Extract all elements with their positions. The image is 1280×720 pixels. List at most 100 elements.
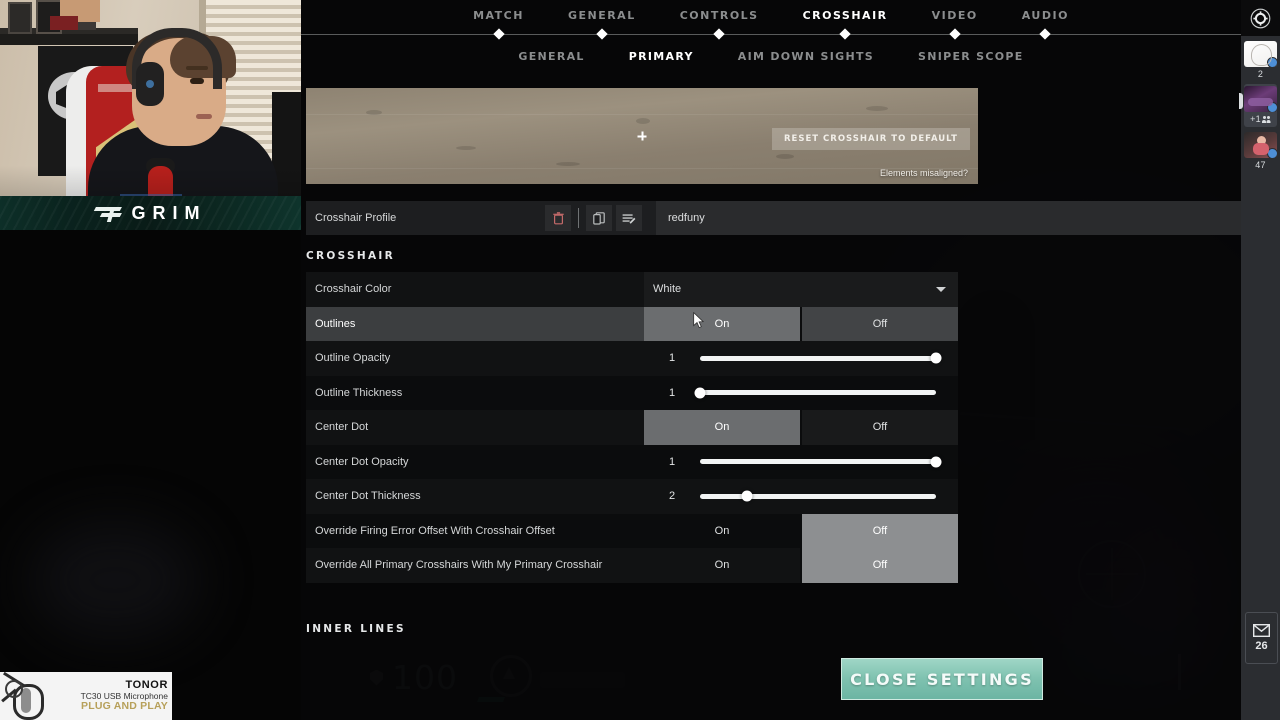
setting-dropdown[interactable]: White [644,272,958,307]
setting-row: Crosshair Color White [306,272,958,307]
ad-tagline: PLUG AND PLAY [81,699,168,712]
toggle-on-option[interactable]: On [644,514,800,549]
streamer-name: GRIM [131,202,207,223]
rail-item[interactable]: +1 [1239,84,1277,127]
setting-row: Center Dot Opacity 1 [306,444,958,480]
toggle-on-option[interactable]: On [644,306,800,341]
rail-caption: 2 [1258,69,1263,79]
reset-crosshair-button[interactable]: RESET CROSSHAIR TO DEFAULT [772,128,970,150]
toggle-off-option[interactable]: Off [802,410,958,445]
rail-selected-indicator [1239,93,1243,109]
settings-overlay: MATCH GENERAL CONTROLS CROSSHAIR VIDEO AUDIO … [301,0,1273,720]
slider-value: 1 [668,386,676,399]
setting-label: Center Dot [315,421,369,434]
setting-control: 1 [644,376,958,411]
rail-avatar[interactable] [1244,41,1277,67]
setting-control: 2 [644,479,958,514]
setting-row: Outline Thickness 1 [306,375,958,411]
edit-icon [622,213,636,224]
slider-track-area[interactable] [700,479,958,514]
toggle-off-option[interactable]: Off [802,513,958,548]
tab-controls[interactable]: CONTROLS [680,9,759,22]
toggle-off-option[interactable]: Off [802,307,958,342]
tab-general[interactable]: GENERAL [568,9,636,22]
tab-crosshair[interactable]: CROSSHAIR [803,9,888,22]
settings-gear-button[interactable] [1241,0,1280,36]
rail-avatar[interactable] [1244,132,1277,158]
slider-value: 2 [668,490,676,503]
discord-rail: 2 +1 47 26 [1239,0,1280,720]
toggle-off-option[interactable]: Off [802,548,958,583]
toggle-on-option[interactable]: On [644,410,800,445]
delete-profile-button[interactable] [545,205,571,231]
setting-row: Center Dot Thickness 2 [306,479,958,514]
setting-slider: 1 [644,376,958,411]
tab-video[interactable]: VIDEO [932,9,978,22]
crosshair-profile-row: Crosshair Profile redfuny [306,201,1273,235]
sponsor-ad[interactable]: TONOR TC30 USB Microphone PLUG AND PLAY [0,672,172,720]
slider-value: 1 [668,455,676,468]
section-title-inner-lines: INNER LINES [306,623,406,635]
rename-profile-button[interactable] [616,205,642,231]
rail-item[interactable]: 2 [1244,41,1277,79]
setting-row: Outline Opacity 1 [306,341,958,376]
ad-brand: TONOR [125,678,168,691]
setting-label: Outline Thickness [315,386,403,399]
rail-item[interactable]: 47 [1244,132,1277,170]
slider-track-area[interactable] [700,445,958,480]
setting-control: On Off [644,548,958,583]
rail-avatar[interactable] [1244,86,1277,112]
rail-caption-text: 47 [1255,160,1266,170]
tab-audio[interactable]: AUDIO [1022,9,1069,22]
setting-control: 1 [644,445,958,480]
slider-knob[interactable] [741,490,753,502]
tab-match[interactable]: MATCH [473,9,524,22]
toggle-on-option[interactable]: On [644,548,800,583]
slider-track[interactable] [700,352,942,364]
crosshair-preview: RESET CROSSHAIR TO DEFAULT Elements misa… [306,88,978,184]
setting-control: 1 [644,341,958,376]
slider-track-area[interactable] [700,341,958,376]
t1-logo-icon [93,205,122,222]
settings-sub-nav: GENERAL PRIMARY AIM DOWN SIGHTS SNIPER SCOP… [301,50,1241,63]
slider-track[interactable] [700,490,936,502]
trash-icon [552,211,564,224]
setting-label: Override Firing Error Offset With Crossh… [315,524,555,537]
subtab-aim-down-sights[interactable]: AIM DOWN SIGHTS [738,50,874,63]
setting-slider: 1 [644,341,958,376]
setting-control: On Off [644,410,958,445]
inbox-count: 26 [1255,640,1268,652]
group-members-icon [1262,115,1271,123]
slider-knob[interactable] [930,456,942,468]
elements-misaligned-link[interactable]: Elements misaligned? [880,168,968,178]
subtab-general[interactable]: GENERAL [518,50,584,63]
setting-control: On Off [644,306,958,342]
envelope-icon [1253,624,1270,637]
setting-toggle: On Off [644,513,958,549]
crosshair-profile-value: redfuny [668,212,705,224]
setting-toggle: On Off [644,306,958,342]
rail-status-badge [1267,57,1277,67]
duplicate-profile-button[interactable] [586,205,612,231]
rail-caption-text: 2 [1257,69,1264,79]
close-settings-button[interactable]: CLOSE SETTINGS [841,658,1043,700]
slider-track[interactable] [694,387,936,399]
setting-row: Override Firing Error Offset With Crossh… [306,513,958,549]
inbox-button[interactable]: 26 [1245,612,1278,664]
subtab-primary[interactable]: PRIMARY [629,50,694,63]
setting-slider: 2 [644,479,958,514]
setting-toggle: On Off [644,548,958,583]
setting-label: Outlines [315,317,356,330]
section-title-crosshair: CROSSHAIR [306,250,395,262]
setting-row: Outlines On Off [306,306,958,342]
crosshair-profile-select[interactable]: redfuny [656,201,1271,235]
slider-knob[interactable] [930,352,942,364]
profile-icons-divider [578,208,579,228]
setting-dropdown-value: White [653,283,682,296]
slider-track-area[interactable] [694,376,958,411]
setting-toggle: On Off [644,410,958,445]
setting-control: White [644,272,958,307]
slider-knob[interactable] [694,387,706,399]
subtab-sniper-scope[interactable]: SNIPER SCOPE [918,50,1024,63]
slider-track[interactable] [700,456,942,468]
